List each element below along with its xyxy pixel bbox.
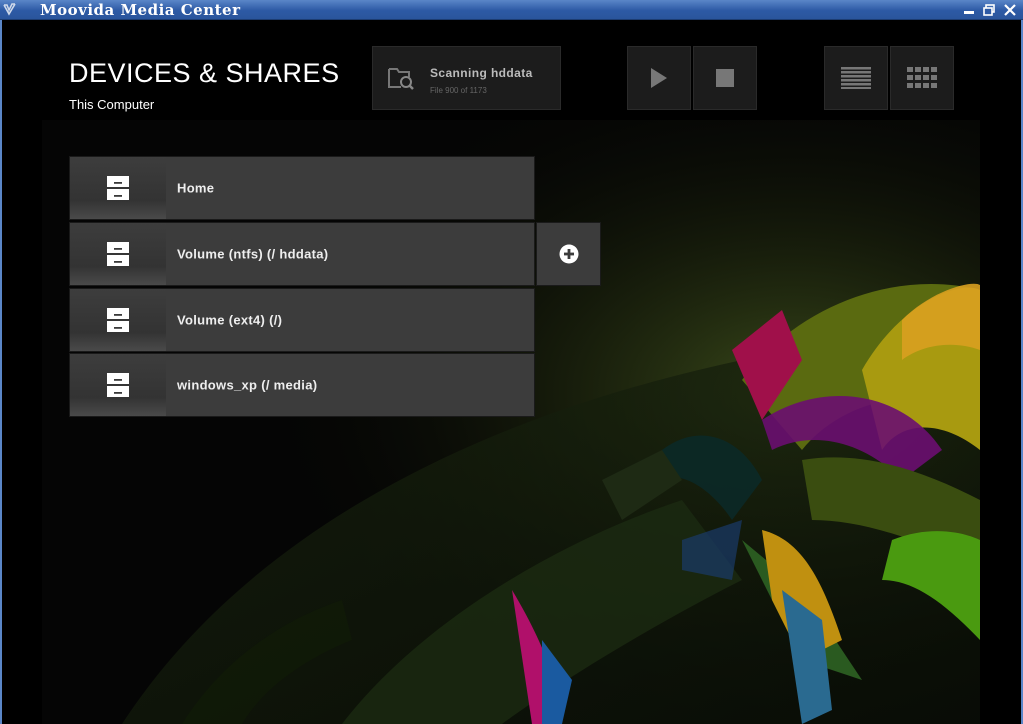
app-icon[interactable] (2, 2, 17, 17)
drawer-icon (107, 373, 129, 397)
list-item[interactable]: Volume (ext4) (/) (69, 288, 535, 352)
row-label-cell: windows_xp (/ media) (166, 354, 534, 416)
row-label-cell: Volume (ext4) (/) (166, 289, 534, 351)
window-title: Moovida Media Center (40, 1, 241, 19)
scan-status[interactable]: Scanning hddata File 900 of 1173 (372, 46, 561, 110)
window-frame-left (0, 20, 2, 724)
drawer-icon (107, 242, 129, 266)
grid-view-button[interactable] (890, 46, 954, 110)
drawer-icon (107, 308, 129, 332)
list-item[interactable]: Volume (ntfs) (/ hddata) (69, 222, 535, 286)
stop-button[interactable] (693, 46, 757, 110)
share-label: Volume (ntfs) (/ hddata) (177, 246, 329, 262)
add-button[interactable] (536, 222, 601, 286)
row-icon-cell (70, 157, 167, 219)
share-label: Volume (ext4) (/) (177, 312, 283, 328)
play-button[interactable] (627, 46, 691, 110)
list-view-icon (841, 67, 871, 89)
list-item[interactable]: windows_xp (/ media) (69, 353, 535, 417)
grid-view-icon (907, 67, 937, 88)
row-label-cell: Home (166, 157, 534, 219)
row-icon-cell (70, 354, 167, 416)
restore-icon[interactable] (981, 2, 997, 18)
share-label: Home (177, 180, 215, 196)
folder-search-icon (388, 68, 414, 90)
row-label-cell: Volume (ntfs) (/ hddata) (166, 223, 534, 285)
page-subtitle: This Computer (69, 97, 155, 112)
add-circle-icon (559, 244, 578, 264)
drawer-icon (107, 176, 129, 200)
page-title: DEVICES & SHARES (69, 58, 340, 88)
list-view-button[interactable] (824, 46, 888, 110)
row-icon-cell (70, 223, 167, 285)
window-titlebar[interactable]: Moovida Media Center (0, 0, 1023, 20)
stop-icon (716, 69, 734, 87)
row-icon-cell (70, 289, 167, 351)
share-label: windows_xp (/ media) (177, 377, 318, 393)
play-icon (651, 68, 667, 88)
list-item[interactable]: Home (69, 156, 535, 220)
scan-title: Scanning hddata (430, 66, 533, 80)
minimize-icon[interactable] (961, 2, 977, 18)
close-icon[interactable] (1002, 2, 1018, 18)
scan-progress-text: File 900 of 1173 (430, 86, 487, 95)
